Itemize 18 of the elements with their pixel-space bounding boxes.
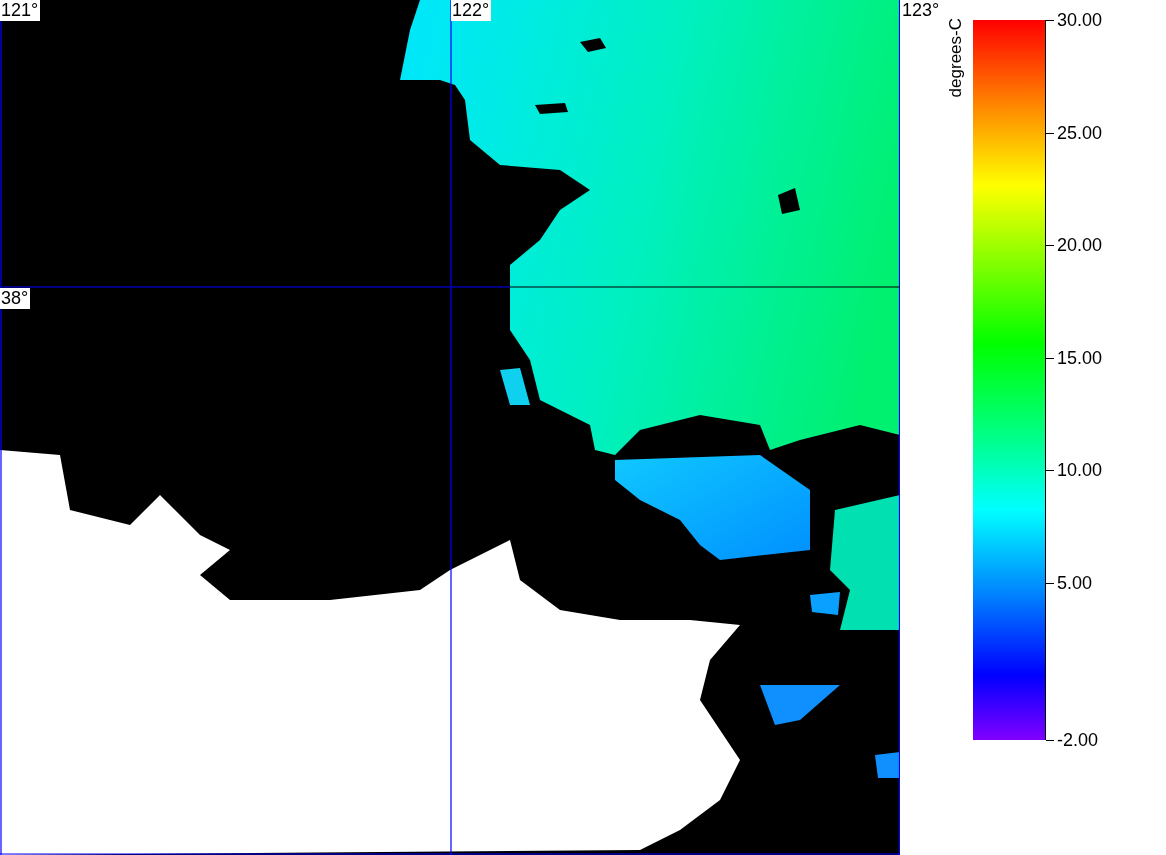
tick-mark bbox=[1046, 470, 1054, 471]
tick-mark bbox=[1046, 245, 1054, 246]
tick-mark bbox=[1046, 357, 1054, 359]
tick-label: 10.00 bbox=[1057, 460, 1103, 480]
colorbar-title: degrees-C bbox=[946, 18, 966, 98]
latitude-label: 38° bbox=[0, 288, 31, 309]
longitude-label: 121° bbox=[0, 0, 41, 21]
tick-mark bbox=[1046, 132, 1054, 134]
tick-label: 15.00 bbox=[1057, 347, 1103, 368]
tick-label: -2.00 bbox=[1057, 730, 1099, 750]
tick-label: 5.00 bbox=[1057, 572, 1093, 593]
tick-mark bbox=[1046, 740, 1054, 741]
longitude-label: 122° bbox=[451, 0, 492, 21]
tick-mark bbox=[1046, 20, 1054, 21]
tick-label: 30.00 bbox=[1057, 10, 1103, 30]
tick-label: 25.00 bbox=[1057, 122, 1103, 143]
tick-mark bbox=[1046, 582, 1054, 584]
tick-label: 20.00 bbox=[1057, 235, 1103, 255]
